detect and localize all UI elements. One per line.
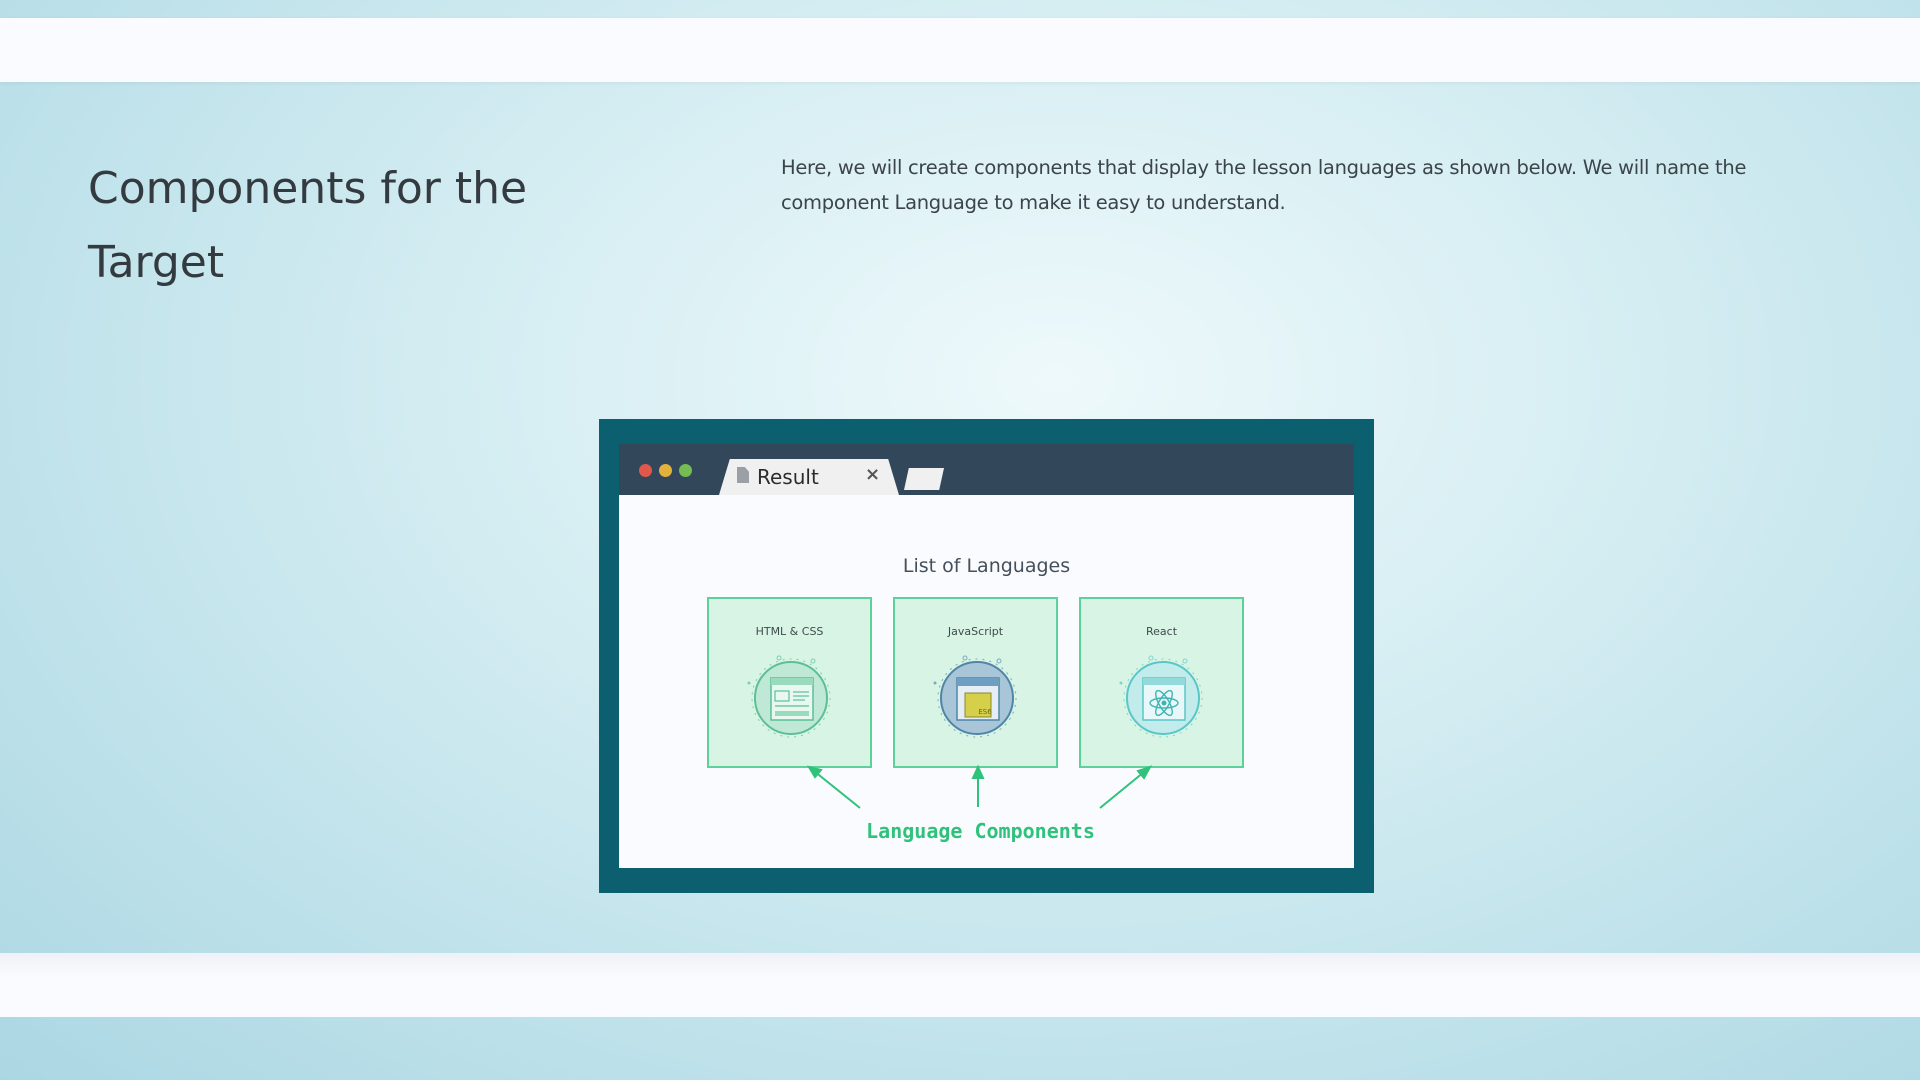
maximize-dot-icon xyxy=(679,464,692,477)
language-card-html-css: HTML & CSS xyxy=(707,597,872,768)
arrow-react xyxy=(1099,771,1145,809)
card-title: HTML & CSS xyxy=(755,625,824,638)
intro-paragraph: Here, we will create components that dis… xyxy=(781,156,1747,214)
react-icon xyxy=(1119,655,1203,738)
arrowhead-icon xyxy=(971,764,985,779)
language-components-label: Language Components xyxy=(866,819,1095,843)
card-title: React xyxy=(1145,625,1178,638)
top-bar xyxy=(0,18,1920,82)
minimize-dot-icon xyxy=(659,464,672,477)
language-card-javascript: JavaScript ES6 xyxy=(893,597,1058,768)
tab-result[interactable]: Result × xyxy=(719,459,899,495)
card-title: JavaScript xyxy=(947,625,1004,638)
browser-titlebar: Result × xyxy=(619,444,1354,495)
tab-label: Result xyxy=(757,465,819,489)
document-icon xyxy=(737,467,749,483)
arrowhead-icon xyxy=(1136,765,1153,780)
tab-close-icon[interactable]: × xyxy=(865,464,880,485)
language-card-react: React xyxy=(1079,597,1244,768)
arrowhead-icon xyxy=(806,765,823,779)
html-css-icon xyxy=(747,655,831,738)
close-dot-icon xyxy=(639,464,652,477)
new-tab-button[interactable] xyxy=(904,468,944,490)
page-title: Components for the Target xyxy=(88,163,528,288)
illustration-frame: Result × List of Languages HTML & CSS Ja… xyxy=(599,419,1374,893)
browser-mockup: Result × List of Languages HTML & CSS Ja… xyxy=(619,444,1354,868)
javascript-icon: ES6 xyxy=(933,655,1017,738)
bottom-bar xyxy=(0,953,1920,1017)
list-title: List of Languages xyxy=(902,555,1071,577)
arrow-html-css xyxy=(813,770,861,809)
es6-badge: ES6 xyxy=(978,708,992,716)
